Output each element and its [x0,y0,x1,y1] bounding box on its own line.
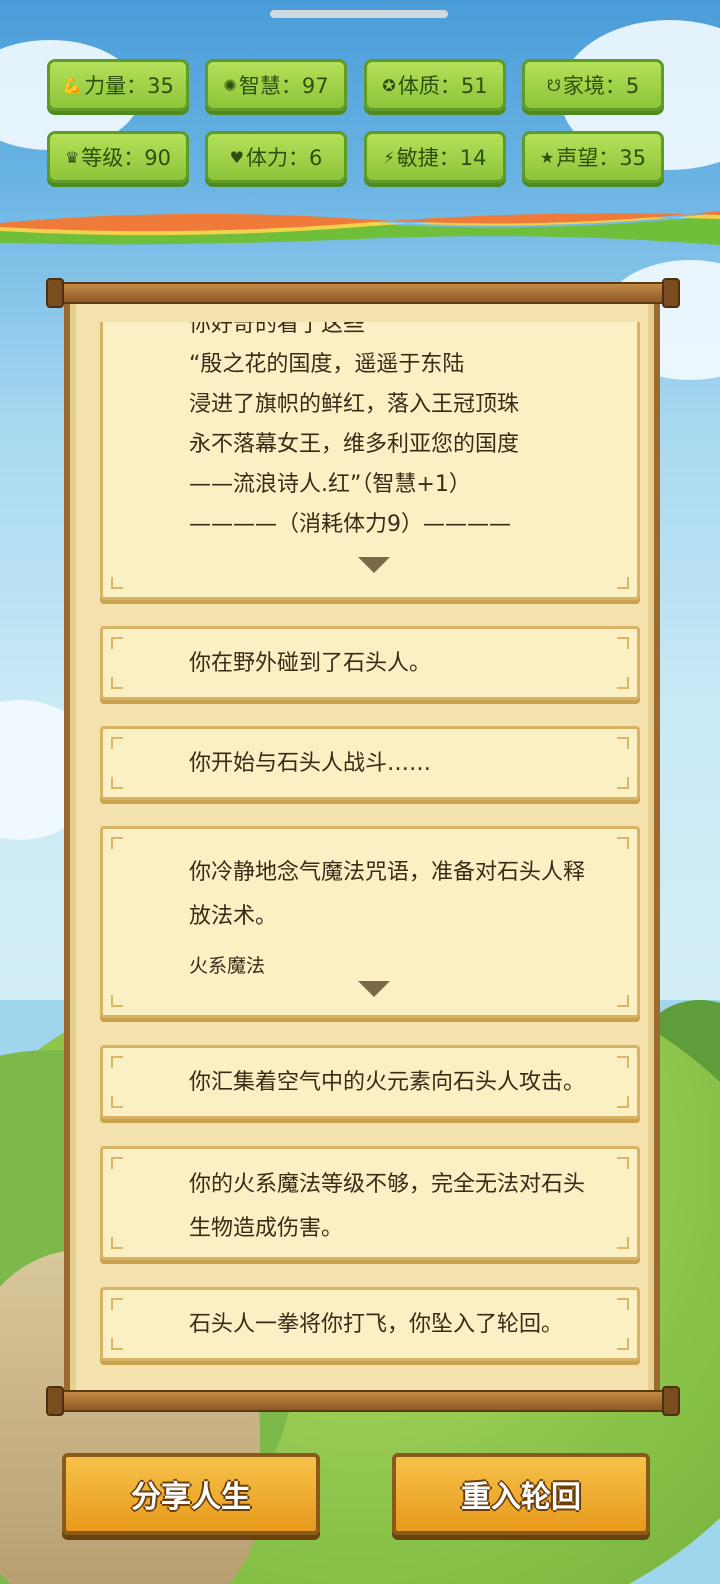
log-line: ————（消耗体力9）———— [189,512,511,537]
log-card[interactable]: 石头人一拳将你打飞，你坠入了轮回。 [100,1287,640,1361]
log-text: 你在野外碰到了石头人。 [189,651,432,676]
stat-label: 体力：6 [245,146,323,170]
log-line: 你冷静地念气魔法咒语，准备对石头人释 [189,860,586,885]
rod-cap [662,1386,680,1416]
triangle-down-icon[interactable] [358,557,390,573]
log-card[interactable]: 你开始与石头人战斗…… [100,726,640,800]
corner-ornament [617,737,629,749]
triangle-down-icon[interactable] [358,981,390,997]
log-card-choice[interactable]: 你冷静地念气魔法咒语，准备对石头人释 放法术。 火系魔法 [100,826,640,1018]
corner-ornament [617,637,629,649]
corner-ornament [111,1338,123,1350]
log-text: 你冷静地念气魔法咒语，准备对石头人释 放法术。 [189,851,617,939]
log-text: 你的火系魔法等级不够，完全无法对石头 生物造成伤害。 [189,1163,633,1251]
log-text: 你开始与石头人战斗…… [189,751,432,776]
lightning-icon: ⚡ [383,147,395,167]
rod-cap [46,278,64,308]
stat-label: 家境：5 [562,74,640,98]
scroll-rod-bottom [50,1390,676,1412]
corner-ornament [617,1298,629,1310]
corner-ornament [617,577,629,589]
rainbow-stripe [0,211,720,245]
stat-strength: 💪 力量：35 [47,59,189,111]
stat-reputation: ★ 声望：35 [522,131,664,183]
log-line: 放法术。 [189,904,278,929]
stat-label: 智慧：97 [238,74,329,98]
corner-ornament [617,777,629,789]
corner-ornament [617,837,629,849]
top-notch [270,10,448,18]
log-line: 永不落幕女王，维多利亚您的国度 [189,432,520,457]
scroll-rod-top [50,282,676,304]
heart-icon: ♥ [229,147,244,167]
corner-ornament [111,1157,123,1169]
log-card[interactable]: 你汇集着空气中的火元素向石头人攻击。 [100,1045,640,1119]
corner-ornament [111,1056,123,1068]
corner-ornament [111,777,123,789]
corner-ornament [111,677,123,689]
stat-level: ♛ 等级：90 [47,131,189,183]
log-card-poem[interactable]: 你好奇的看了这些 “殷之花的国度，遥遥于东陆 浸进了旗帜的鲜红，落入王冠顶珠 永… [100,322,640,600]
stat-label: 体质：51 [397,74,488,98]
stat-agility: ⚡ 敏捷：14 [364,131,506,183]
stat-label: 声望：35 [556,146,647,170]
stat-stamina: ♥ 体力：6 [205,131,347,183]
muscle-icon: 💪 [62,75,83,95]
log-text: 石头人一拳将你打飞，你坠入了轮回。 [189,1312,564,1337]
log-line: 你的火系魔法等级不够，完全无法对石头 [189,1172,586,1197]
log-text: 你汇集着空气中的火元素向石头人攻击。 [189,1070,586,1095]
log-card[interactable]: 你的火系魔法等级不够，完全无法对石头 生物造成伤害。 [100,1146,640,1260]
rod-cap [662,278,680,308]
stat-wisdom: ✺ 智慧：97 [205,59,347,111]
corner-ornament [617,995,629,1007]
corner-ornament [111,637,123,649]
corner-ornament [111,1298,123,1310]
log-line: ——流浪诗人.红”（智慧+1） [189,472,471,497]
log-text: 你好奇的看了这些 “殷之花的国度，遥遥于东陆 浸进了旗帜的鲜红，落入王冠顶珠 永… [189,322,617,545]
lightbulb-icon: ✺ [223,75,237,95]
body-icon: ✪ [382,75,396,95]
log-line: 生物造成伤害。 [189,1216,344,1241]
event-log-list[interactable]: 你好奇的看了这些 “殷之花的国度，遥遥于东陆 浸进了旗帜的鲜红，落入王冠顶珠 永… [0,322,720,1384]
choice-label[interactable]: 火系魔法 [189,951,265,978]
log-line: 浸进了旗帜的鲜红，落入王冠顶珠 [189,392,520,417]
corner-ornament [111,1096,123,1108]
stat-label: 敏捷：14 [396,146,487,170]
stat-label: 力量：35 [84,74,174,98]
corner-ornament [617,677,629,689]
log-card[interactable]: 你在野外碰到了石头人。 [100,626,640,700]
corner-ornament [111,737,123,749]
corner-ornament [111,577,123,589]
corner-ornament [111,1237,123,1249]
rod-cap [46,1386,64,1416]
corner-ornament [617,1338,629,1350]
crown-icon: ♛ [64,147,80,167]
rebirth-button[interactable]: 重入轮回 [392,1453,650,1535]
corner-ornament [111,995,123,1007]
star-icon: ★ [539,147,555,167]
stat-family: ☋ 家境：5 [522,59,664,111]
stat-label: 等级：90 [81,146,172,170]
stat-constitution: ✪ 体质：51 [364,59,506,111]
log-line: “殷之花的国度，遥遥于东陆 [189,352,465,377]
corner-ornament [111,837,123,849]
family-icon: ☋ [546,75,561,95]
share-life-button[interactable]: 分享人生 [62,1453,320,1535]
log-line: 你好奇的看了这些 [189,322,366,337]
